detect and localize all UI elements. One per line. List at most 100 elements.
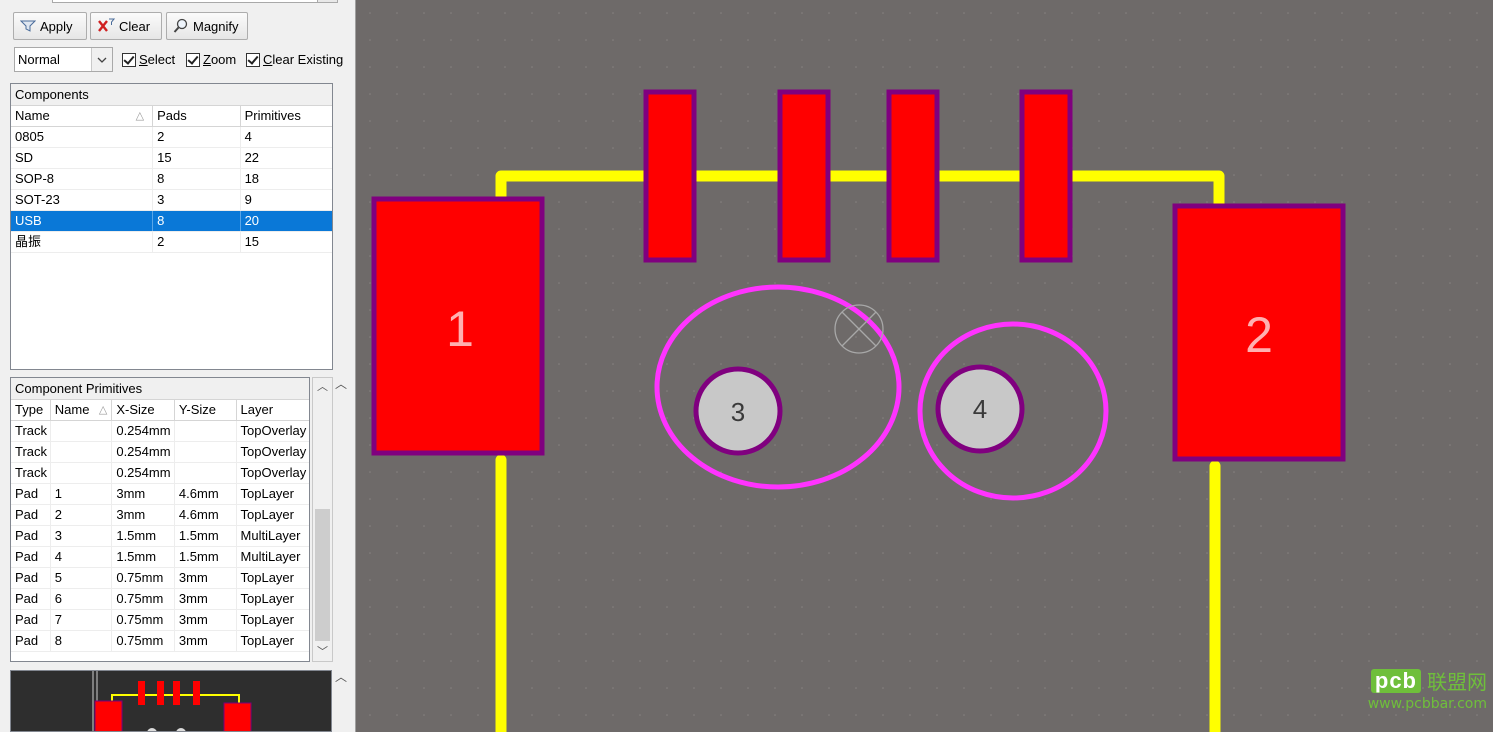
cell-ysize: 1.5mm: [175, 547, 237, 567]
magnify-button[interactable]: Magnify: [166, 12, 248, 40]
primitives-header: Type Name △ X-Size Y-Size Layer: [11, 400, 309, 421]
cell-layer: TopLayer: [240, 591, 294, 606]
table-row[interactable]: Track 0.254mm TopOverlay: [11, 421, 309, 442]
cell-type: Track: [11, 442, 51, 462]
cell-name: SOT-23: [11, 190, 154, 210]
components-header: Name △ Pads Primitives: [11, 106, 332, 127]
select-checkbox-box[interactable]: [122, 52, 136, 67]
cell-name: 5: [51, 568, 113, 588]
cell-ysize: 4.6mm: [175, 505, 237, 525]
pcb-footprint-view[interactable]: 1 2 3 4: [357, 0, 1493, 732]
cell-xsize: 3mm: [112, 505, 175, 525]
cell-ysize: [175, 442, 237, 462]
table-row[interactable]: Track 0.254mm TopOverlay: [11, 442, 309, 463]
cell-layer: TopLayer: [240, 507, 294, 522]
table-row[interactable]: Pad 7 0.75mm 3mm TopLayer: [11, 610, 309, 631]
table-row[interactable]: Pad 1 3mm 4.6mm TopLayer: [11, 484, 309, 505]
cell-ysize: 3mm: [175, 631, 237, 651]
cell-primitives: 15: [244, 234, 260, 249]
table-row[interactable]: Pad 4 1.5mm 1.5mm MultiLayer: [11, 547, 309, 568]
cell-xsize: 0.75mm: [112, 568, 175, 588]
cell-layer: MultiLayer: [240, 549, 301, 564]
scroll-up-icon[interactable]: ︿: [313, 378, 332, 396]
cell-layer: TopOverlay: [240, 465, 307, 480]
column-header-layer[interactable]: Layer: [237, 400, 309, 420]
cell-xsize: 3mm: [112, 484, 175, 504]
column-header-prim-name[interactable]: Name △: [51, 400, 113, 420]
table-row[interactable]: Pad 8 0.75mm 3mm TopLayer: [11, 631, 309, 652]
cell-name: 7: [51, 610, 113, 630]
sort-ascending-icon: △: [135, 110, 145, 122]
table-row[interactable]: SOT-23 3 9: [11, 190, 332, 211]
column-header-xsize[interactable]: X-Size: [112, 400, 175, 420]
table-row[interactable]: SOP-8 8 18: [11, 169, 332, 190]
component-primitives-grid[interactable]: Component Primitives Type Name △ X-Size Y…: [10, 377, 310, 662]
table-row[interactable]: USB 8 20: [11, 211, 332, 232]
table-row[interactable]: 0805 2 4: [11, 127, 332, 148]
cell-layer: TopLayer: [240, 612, 294, 627]
table-row[interactable]: SD 15 22: [11, 148, 332, 169]
pad-4-label: 4: [973, 394, 987, 424]
column-header-ysize[interactable]: Y-Size: [175, 400, 237, 420]
cell-name: [51, 463, 113, 483]
pad-1-label: 1: [446, 301, 474, 357]
cell-name: 1: [51, 484, 113, 504]
column-header-name[interactable]: Name △: [11, 106, 154, 126]
cell-primitives: 9: [244, 192, 252, 207]
cell-layer: TopOverlay: [240, 423, 307, 438]
pcb-canvas[interactable]: 1 2 3 4 pcb 联盟网 www.pcbbar.com: [357, 0, 1493, 732]
select-checkbox[interactable]: Select: [122, 52, 175, 67]
cell-xsize: 0.75mm: [112, 610, 175, 630]
pad-5[interactable]: [643, 89, 697, 263]
selection-mode-value: Normal: [18, 52, 60, 67]
preview-footprint: [92, 671, 252, 731]
magnify-label: Magnify: [193, 18, 239, 34]
column-header-primitives[interactable]: Primitives: [241, 106, 332, 126]
scroll-down-icon[interactable]: ﹀: [313, 643, 332, 661]
table-row[interactable]: Pad 6 0.75mm 3mm TopLayer: [11, 589, 309, 610]
table-row[interactable]: 晶振 2 15: [11, 232, 332, 253]
column-header-name-label: Name: [15, 108, 50, 123]
cell-type: Track: [11, 463, 51, 483]
zoom-checkbox[interactable]: Zoom: [186, 52, 236, 67]
cell-pads: 15: [153, 148, 241, 168]
filter-combo-dropdown[interactable]: [317, 0, 337, 2]
pad-7[interactable]: [886, 89, 940, 263]
pad-8[interactable]: [1019, 89, 1073, 263]
scrollbar-thumb[interactable]: [315, 509, 330, 641]
clear-existing-checkbox[interactable]: Clear Existing: [246, 52, 343, 67]
cell-ysize: [175, 463, 237, 483]
components-grid[interactable]: Components Name △ Pads Primitives 0805 2 4 S…: [10, 83, 333, 370]
cell-layer: TopOverlay: [240, 444, 307, 459]
clear-existing-checkbox-box[interactable]: [246, 52, 260, 67]
zoom-checkbox-box[interactable]: [186, 52, 200, 67]
chevron-down-icon[interactable]: [91, 48, 112, 71]
primitives-scrollbar[interactable]: ︿ ﹀: [312, 377, 333, 662]
cell-primitives: 22: [244, 150, 260, 165]
cell-type: Pad: [11, 484, 51, 504]
cell-ysize: [175, 421, 237, 441]
filter-icon: [20, 20, 36, 32]
table-row[interactable]: Pad 3 1.5mm 1.5mm MultiLayer: [11, 526, 309, 547]
component-preview: [10, 670, 332, 732]
column-header-pads[interactable]: Pads: [153, 106, 241, 126]
column-header-type[interactable]: Type: [11, 400, 51, 420]
pcb-panel: Apply Clear Magnify Normal Select Zoom C…: [0, 0, 356, 732]
cell-ysize: 4.6mm: [175, 484, 237, 504]
table-row[interactable]: Pad 2 3mm 4.6mm TopLayer: [11, 505, 309, 526]
sort-ascending-icon: △: [98, 404, 108, 416]
filter-combo[interactable]: [52, 0, 338, 3]
apply-button[interactable]: Apply: [13, 12, 87, 40]
collapse-preview-icon[interactable]: ︿: [335, 668, 347, 685]
collapse-primitives-icon[interactable]: ︿: [335, 375, 347, 392]
clear-button[interactable]: Clear: [90, 12, 162, 40]
table-row[interactable]: Pad 5 0.75mm 3mm TopLayer: [11, 568, 309, 589]
watermark-logo: pcb: [1370, 668, 1421, 693]
cell-ysize: 3mm: [175, 610, 237, 630]
components-title: Components: [11, 84, 332, 106]
cell-name: 6: [51, 589, 113, 609]
selection-mode-select[interactable]: Normal: [14, 47, 113, 72]
table-row[interactable]: Track 0.254mm TopOverlay: [11, 463, 309, 484]
pad-6[interactable]: [777, 89, 831, 263]
cell-xsize: 0.75mm: [112, 631, 175, 651]
